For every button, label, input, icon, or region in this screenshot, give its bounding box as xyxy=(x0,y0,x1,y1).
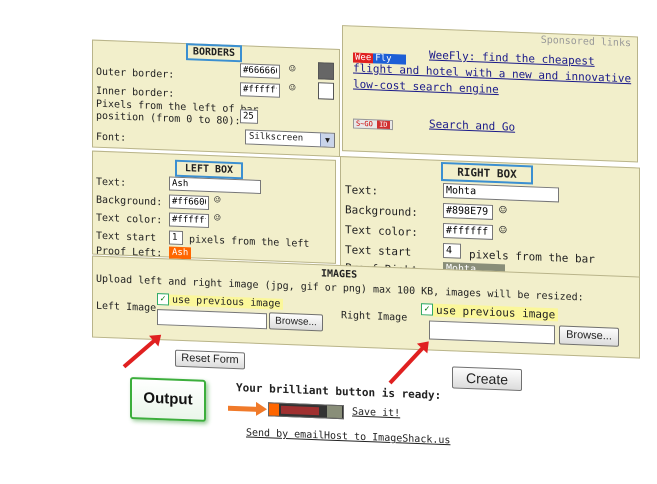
ready-text: Your brilliant button is ready: xyxy=(236,381,442,402)
right-color-input[interactable] xyxy=(443,223,493,240)
left-image-label: Left Image xyxy=(96,300,157,315)
arrow-annotation xyxy=(228,405,258,412)
left-start-label: Text start xyxy=(96,230,157,245)
result-mid-part xyxy=(281,405,319,416)
output-label: Output xyxy=(130,376,206,422)
left-color-label: Text color: xyxy=(96,212,163,227)
imageshack-link[interactable]: Host to ImageShack.us xyxy=(324,430,450,446)
left-start-suffix: pixels from the left xyxy=(189,234,310,250)
color-picker-icon[interactable]: ☺ xyxy=(289,81,296,94)
right-text-label: Text: xyxy=(345,183,379,198)
search-go-logo[interactable]: S~GO ID xyxy=(353,118,393,131)
use-previous-right-checkbox[interactable]: ✓ xyxy=(421,303,433,316)
outer-border-label: Outer border: xyxy=(96,66,175,81)
sponsored-label: Sponsored links xyxy=(540,34,631,50)
left-bg-input[interactable] xyxy=(169,194,209,211)
sponsored-panel: Sponsored links Wee Fly WeeFly: find the … xyxy=(342,25,638,163)
font-label: Font: xyxy=(96,131,127,144)
inner-border-input[interactable] xyxy=(240,82,280,98)
right-image-label: Right Image xyxy=(341,310,408,324)
arrow-annotation xyxy=(122,338,157,369)
browse-left-button[interactable]: Browse... xyxy=(269,312,323,332)
left-text-label: Text: xyxy=(96,176,127,189)
result-left-part xyxy=(269,403,279,416)
images-title: IMAGES xyxy=(321,268,358,281)
pixels-input[interactable] xyxy=(240,109,258,124)
result-right-part xyxy=(327,405,342,419)
font-select-value: Silkscreen xyxy=(249,131,304,144)
left-proof-preview: Ash xyxy=(169,246,192,260)
right-bg-input[interactable] xyxy=(443,203,493,220)
right-text-input[interactable] xyxy=(443,183,559,203)
arrow-annotation xyxy=(388,345,425,385)
right-start-label: Text start xyxy=(345,243,412,259)
left-color-input[interactable] xyxy=(169,212,209,229)
ad1-line3[interactable]: low-cost search engine xyxy=(353,78,499,98)
use-previous-left-label: use previous image xyxy=(169,294,284,310)
browse-right-button[interactable]: Browse... xyxy=(559,325,619,347)
left-text-input[interactable] xyxy=(169,176,261,195)
inner-border-swatch xyxy=(318,82,334,100)
result-button-preview xyxy=(268,402,344,420)
send-email-link[interactable]: Send by email xyxy=(246,427,324,441)
color-picker-icon[interactable]: ☺ xyxy=(499,203,507,218)
stage: BORDERS Outer border: ☺ Inner border: ☺ … xyxy=(0,0,657,484)
reset-form-button[interactable]: Reset Form xyxy=(175,349,245,370)
use-previous-right-label: use previous image xyxy=(433,303,559,322)
left-bg-label: Background: xyxy=(96,194,163,209)
right-box-title: RIGHT BOX xyxy=(441,161,533,185)
save-link[interactable]: Save it! xyxy=(352,407,400,420)
outer-border-input[interactable] xyxy=(240,63,280,79)
right-color-label: Text color: xyxy=(345,223,418,240)
right-start-input[interactable] xyxy=(443,243,461,259)
borders-panel: BORDERS Outer border: ☺ Inner border: ☺ … xyxy=(92,39,340,158)
left-image-file-input[interactable] xyxy=(157,309,267,330)
color-picker-icon[interactable]: ☺ xyxy=(499,223,507,238)
left-start-input[interactable] xyxy=(169,230,183,246)
borders-title: BORDERS xyxy=(186,43,242,63)
right-image-file-input[interactable] xyxy=(429,320,555,345)
inner-border-label: Inner border: xyxy=(96,85,175,100)
left-box-panel: LEFT BOX Text: Background: ☺ Text color:… xyxy=(92,150,336,264)
font-select[interactable]: Silkscreen ▼ xyxy=(245,129,335,148)
create-button[interactable]: Create xyxy=(452,366,522,392)
outer-border-swatch xyxy=(318,62,334,80)
color-picker-icon[interactable]: ☺ xyxy=(289,62,296,75)
color-picker-icon[interactable]: ☺ xyxy=(214,193,221,206)
color-picker-icon[interactable]: ☺ xyxy=(214,211,221,224)
ad2-link[interactable]: Search and Go xyxy=(429,117,515,134)
use-previous-left-checkbox[interactable]: ✓ xyxy=(157,293,169,306)
chevron-down-icon[interactable]: ▼ xyxy=(320,133,334,147)
right-bg-label: Background: xyxy=(345,203,418,220)
